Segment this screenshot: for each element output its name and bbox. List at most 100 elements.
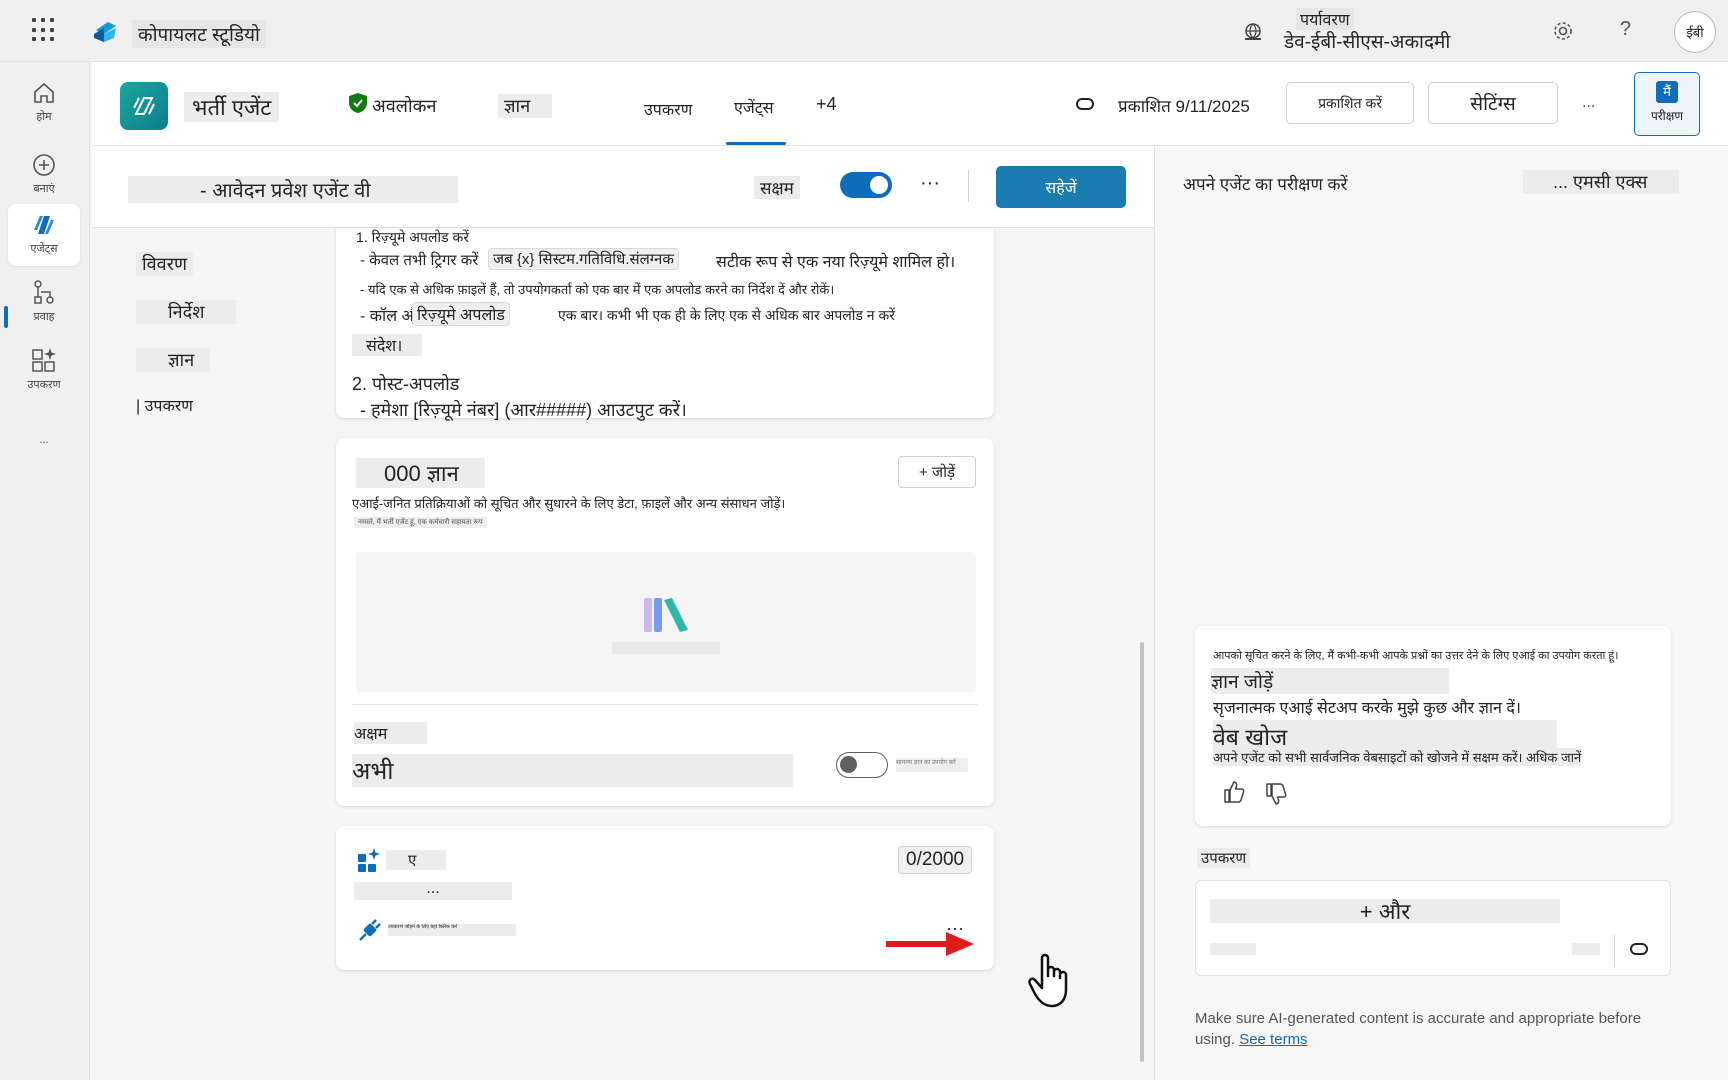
- section-nav-knowledge[interactable]: ज्ञान: [136, 348, 211, 372]
- rail-item-flows[interactable]: प्रवाह: [8, 278, 80, 324]
- settings-button[interactable]: सेटिंग्स: [1428, 82, 1558, 124]
- general-knowledge-toggle[interactable]: [836, 752, 888, 778]
- status-icon[interactable]: [1630, 943, 1648, 955]
- editor-more-button[interactable]: ···: [920, 172, 940, 195]
- test-panel-options[interactable]: ... एमसी एक्स: [1523, 170, 1680, 194]
- help-icon[interactable]: ?: [1620, 18, 1631, 41]
- home-icon: [34, 82, 54, 103]
- knowledge-subtext: नमस्ते, मैं भर्ती एजेंट हूं, एक कर्मचारी…: [354, 517, 487, 528]
- instruction-line: संदेश।: [352, 334, 423, 356]
- test-panel: अपने एजेंट का परीक्षण करें ... एमसी एक्स…: [1154, 146, 1728, 1080]
- environment-icon[interactable]: [1242, 22, 1264, 42]
- suggestion-add-knowledge[interactable]: ज्ञान जोड़ें: [1211, 668, 1450, 694]
- environment-label: पर्यावरण: [1296, 8, 1354, 30]
- publish-status-icon: [1076, 98, 1094, 110]
- knowledge-description: एआई-जनित प्रतिक्रियाओं को सूचित और सुधार…: [352, 496, 786, 511]
- suggestion-add-knowledge-desc: सृजनात्मक एआई सेटअप करके मुझे कुछ और ज्ञ…: [1213, 700, 1521, 717]
- app-name[interactable]: कोपायलट स्टूडियो: [132, 20, 266, 48]
- tab-overview[interactable]: अवलोकन: [372, 94, 436, 118]
- hand-cursor-icon: [1028, 953, 1068, 1008]
- copilot-studio-logo-icon: [94, 22, 116, 42]
- environment-value[interactable]: डेव-ईबी-सीएस-अकादमी: [1284, 28, 1450, 54]
- tools-placeholder: ...: [354, 881, 512, 900]
- test-icon: मैं: [1656, 81, 1678, 103]
- publish-button[interactable]: प्रकाशित करें: [1286, 82, 1414, 124]
- character-counter[interactable]: 0/2000: [898, 846, 973, 874]
- section-nav-tools[interactable]: | उपकरण: [130, 394, 199, 416]
- verified-shield-icon: [349, 93, 367, 113]
- instruction-line: 1. रिज़्यूमे अपलोड करें: [356, 229, 469, 245]
- tab-more[interactable]: +4: [816, 94, 837, 115]
- tools-icon: [32, 348, 56, 372]
- thumbs-down-icon[interactable]: [1265, 782, 1287, 806]
- suggestion-web-search-desc: अपने एजेंट को सभी सार्वजनिक वेबसाइटों को…: [1213, 748, 1582, 766]
- divider: [352, 704, 978, 705]
- test-tools-label: उपकरण: [1197, 848, 1251, 868]
- header-more-button[interactable]: ...: [1582, 94, 1595, 112]
- see-terms-link[interactable]: See terms: [1239, 1031, 1307, 1048]
- editor-toolbar: - आवेदन प्रवेश एजेंट वी सक्षम ··· सहेजें: [92, 146, 1154, 228]
- app-launcher-icon[interactable]: [32, 18, 56, 42]
- plug-icon: [359, 919, 381, 941]
- divider: [968, 170, 969, 202]
- agent-message-card: आपको सूचित करने के लिए, मैं कभी-कभी आपके…: [1195, 626, 1671, 826]
- agents-icon: [34, 216, 54, 234]
- rail-more-label: ...: [39, 434, 49, 446]
- editor-scrollbar[interactable]: [1140, 642, 1144, 1062]
- save-button[interactable]: सहेजें: [996, 166, 1126, 208]
- rail-label: एजेंट्स: [30, 243, 58, 255]
- tools-item-text[interactable]: उपकरण जोड़ने के लिए यहां क्लिक करें: [388, 924, 516, 936]
- user-avatar[interactable]: ईबी: [1674, 11, 1716, 53]
- general-knowledge-status: अक्षम: [354, 722, 428, 744]
- rail-item-create[interactable]: बनाएं: [8, 152, 80, 196]
- tool-chip[interactable]: रिज़्यूमे अपलोड: [412, 302, 510, 326]
- empty-state-caption: [612, 642, 720, 654]
- agent-topic-title[interactable]: - आवेदन प्रवेश एजेंट वी: [128, 176, 458, 203]
- left-rail: होम बनाएं एजेंट्स प्रवाह उपकरण ...: [0, 62, 90, 1080]
- tab-tools[interactable]: उपकरण: [644, 98, 692, 120]
- instruction-line: - केवल तभी ट्रिगर करें: [360, 252, 479, 269]
- instruction-line: सटीक रूप से एक नया रिज़्यूमे शामिल हो।: [716, 254, 956, 271]
- instruction-line: - हमेशा [रिज़्यूमे नंबर] (आर#####) आउटपु…: [360, 400, 687, 420]
- general-knowledge-label: अभी: [352, 754, 794, 787]
- section-nav-instructions[interactable]: निर्देश: [136, 300, 237, 324]
- thumbs-up-icon[interactable]: [1223, 780, 1245, 804]
- disclaimer: Make sure AI-generated content is accura…: [1195, 1008, 1665, 1050]
- instruction-line: 2. पोस्ट-अपलोड: [352, 374, 460, 394]
- red-arrow-icon: [886, 932, 974, 956]
- add-knowledge-button[interactable]: + जोड़ें: [898, 456, 976, 488]
- tab-agents[interactable]: एजेंट्स: [734, 96, 774, 118]
- enabled-toggle[interactable]: [840, 172, 892, 198]
- rail-item-tools[interactable]: उपकरण: [8, 346, 80, 392]
- flow-icon: [34, 280, 54, 304]
- settings-gear-icon[interactable]: [1552, 20, 1574, 42]
- knowledge-books-icon: [644, 598, 688, 632]
- test-button[interactable]: मैं परीक्षण: [1634, 72, 1700, 136]
- agent-header: भर्ती एजेंट अवलोकन ज्ञान उपकरण एजेंट्स +…: [92, 62, 1728, 146]
- rail-more[interactable]: ...: [8, 434, 80, 446]
- agent-name[interactable]: भर्ती एजेंट: [184, 92, 280, 122]
- test-panel-title: अपने एजेंट का परीक्षण करें: [1183, 175, 1348, 194]
- variable-chip[interactable]: जब {x} सिस्टम.गतिविधि.संलग्नक: [488, 248, 679, 270]
- top-bar: कोपायलट स्टूडियो पर्यावरण डेव-ईबी-सीएस-अ…: [0, 0, 1728, 62]
- toggle-caption: सामान्य ज्ञान का उपयोग करें: [896, 758, 968, 772]
- message-intro: आपको सूचित करने के लिए, मैं कभी-कभी आपके…: [1213, 650, 1619, 662]
- knowledge-title: 000 ज्ञान: [356, 458, 485, 488]
- rail-label: उपकरण: [27, 379, 61, 391]
- section-nav-details[interactable]: विवरण: [136, 252, 194, 276]
- rail-label: होम: [36, 111, 52, 123]
- tab-knowledge[interactable]: ज्ञान: [498, 94, 553, 118]
- tools-title: ए: [386, 850, 447, 870]
- rail-item-home[interactable]: होम: [8, 80, 80, 124]
- add-more-button[interactable]: + और: [1210, 899, 1560, 924]
- rail-item-agents[interactable]: एजेंट्स: [8, 204, 80, 266]
- knowledge-empty-state: [356, 552, 976, 692]
- knowledge-card: 000 ज्ञान + जोड़ें एआई-जनित प्रतिक्रियाओ…: [336, 438, 994, 806]
- agent-editor: - आवेदन प्रवेश एजेंट वी सक्षम ··· सहेजें…: [92, 146, 1154, 1080]
- rail-label: बनाएं: [33, 183, 55, 195]
- test-tools-box: + और: [1195, 880, 1671, 976]
- enabled-label: सक्षम: [754, 176, 800, 199]
- tools-box-text: [1210, 943, 1256, 955]
- instructions-card: 1. रिज़्यूमे अपलोड करें - केवल तभी ट्रिग…: [336, 228, 994, 420]
- tab-active-underline: [726, 142, 786, 145]
